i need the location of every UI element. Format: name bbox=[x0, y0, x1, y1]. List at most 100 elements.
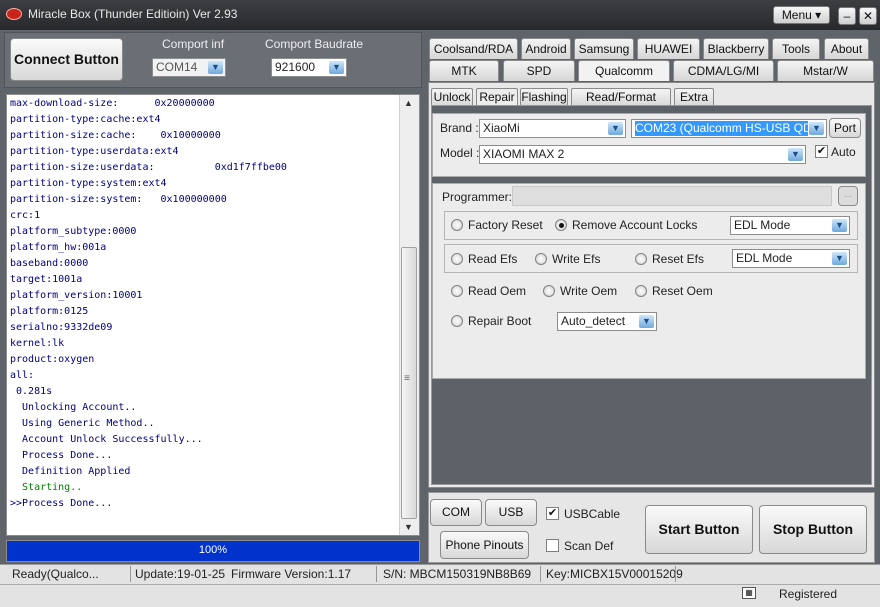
log-line: partition-type:userdata:ext4 bbox=[10, 146, 179, 157]
tab-blackberry[interactable]: Blackberry bbox=[703, 38, 769, 59]
chevron-down-icon: ▼ bbox=[832, 219, 847, 232]
subtab-extra[interactable]: Extra bbox=[674, 88, 714, 106]
stop-button[interactable]: Stop Button bbox=[759, 505, 867, 554]
log-output[interactable]: max-download-size: 0x20000000 partition-t… bbox=[6, 94, 420, 536]
log-line: partition-size:userdata: 0xd1f7ffbe00 bbox=[10, 162, 287, 173]
comport-value: COM14 bbox=[156, 60, 198, 74]
tab-samsung[interactable]: Samsung bbox=[574, 38, 634, 59]
model-select[interactable]: XIAOMI MAX 2 ▼ bbox=[479, 145, 806, 164]
subtab-read-format-flash[interactable]: Read/Format Flash bbox=[571, 88, 671, 121]
reset-efs-radio[interactable] bbox=[635, 253, 647, 265]
remove-account-locks-radio[interactable] bbox=[555, 219, 567, 231]
tab-cdma-lg-mi[interactable]: CDMA/LG/MI bbox=[673, 60, 774, 81]
mode-select-2[interactable]: EDL Mode ▼ bbox=[732, 249, 850, 268]
port-button[interactable]: Port bbox=[829, 118, 861, 138]
programmer-browse-button[interactable]: ... bbox=[838, 186, 858, 206]
usb-scan-button[interactable]: USB Scan bbox=[485, 499, 537, 544]
status-update: Update:19-01-25 bbox=[135, 567, 226, 581]
tab-mtk[interactable]: MTK bbox=[429, 60, 499, 81]
log-line: platform:0125 bbox=[10, 306, 89, 317]
programmer-input[interactable] bbox=[512, 186, 832, 206]
log-line: partition-type:cache:ext4 bbox=[10, 114, 161, 125]
chevron-down-icon: ▼ bbox=[208, 61, 223, 74]
keyboard-icon: ▦ bbox=[742, 587, 756, 599]
subtab-repair[interactable]: Repair bbox=[476, 88, 518, 106]
read-oem-label: Read Oem bbox=[468, 284, 527, 298]
menu-button[interactable]: Menu ▾ bbox=[773, 6, 830, 24]
progress-label: 100% bbox=[198, 544, 228, 556]
brand-select[interactable]: XiaoMi ▼ bbox=[479, 119, 626, 138]
log-line: Account Unlock Successfully... bbox=[10, 434, 203, 445]
boot-mode-select[interactable]: Auto_detect ▼ bbox=[557, 312, 657, 331]
status-key: Key:MICBX15V00015209 bbox=[546, 567, 683, 581]
port-select[interactable]: COM23 (Qualcomm HS-USB QDLoa▼ bbox=[631, 119, 827, 138]
check-icon: ✔ bbox=[816, 145, 827, 157]
write-efs-label: Write Efs bbox=[552, 252, 601, 266]
tab-coolsand-rda[interactable]: Coolsand/RDA bbox=[429, 38, 518, 59]
scroll-down-icon[interactable]: ▼ bbox=[404, 522, 413, 532]
baudrate-select[interactable]: 921600 ▼ bbox=[271, 58, 347, 77]
reset-oem-radio[interactable] bbox=[635, 285, 647, 297]
tab-qualcomm[interactable]: Qualcomm bbox=[578, 60, 670, 81]
connect-button[interactable]: Connect Button bbox=[10, 38, 123, 81]
write-oem-radio[interactable] bbox=[543, 285, 555, 297]
read-efs-radio[interactable] bbox=[451, 253, 463, 265]
scroll-grip-icon: ≡ bbox=[404, 373, 410, 384]
subtab-unlock[interactable]: Unlock bbox=[431, 88, 473, 106]
com-scan-button[interactable]: COM Scan bbox=[430, 499, 482, 544]
app-logo-icon bbox=[6, 8, 22, 20]
model-value: XIAOMI MAX 2 bbox=[483, 147, 565, 161]
brand-value: XiaoMi bbox=[483, 121, 520, 135]
log-line: platform_hw:001a bbox=[10, 242, 107, 253]
comport-select[interactable]: COM14 ▼ bbox=[152, 58, 226, 77]
scroll-up-icon[interactable]: ▲ bbox=[404, 98, 413, 108]
subtab-flashing[interactable]: Flashing bbox=[520, 88, 568, 106]
log-line: kernel:lk bbox=[10, 338, 65, 349]
remove-account-locks-label: Remove Account Locks bbox=[572, 218, 698, 232]
read-efs-label: Read Efs bbox=[468, 252, 518, 266]
tab-huawei[interactable]: HUAWEI bbox=[637, 38, 700, 59]
chevron-down-icon: ▼ bbox=[639, 315, 654, 328]
repair-boot-radio[interactable] bbox=[451, 315, 463, 327]
read-oem-radio[interactable] bbox=[451, 285, 463, 297]
model-label: Model : bbox=[440, 146, 480, 160]
chevron-down-icon: ▼ bbox=[832, 252, 847, 265]
window-title: Miracle Box (Thunder Editioin) Ver 2.93 bbox=[28, 7, 238, 21]
tab-spd[interactable]: SPD bbox=[503, 60, 575, 81]
mode-value-2: EDL Mode bbox=[736, 251, 793, 265]
close-icon[interactable]: ✕ bbox=[859, 7, 877, 25]
status-ready: Ready(Qualco... bbox=[12, 567, 99, 581]
status-divider bbox=[376, 566, 377, 582]
auto-label: Auto bbox=[831, 145, 856, 159]
factory-reset-radio[interactable] bbox=[451, 219, 463, 231]
chevron-down-icon: ▼ bbox=[608, 122, 623, 135]
check-icon: ✔ bbox=[547, 507, 558, 519]
status-firmware: Firmware Version:1.17 bbox=[231, 567, 352, 581]
status-divider bbox=[130, 566, 131, 582]
tab-mstar-w[interactable]: Mstar/W bbox=[777, 60, 874, 81]
write-efs-radio[interactable] bbox=[535, 253, 547, 265]
usbcable-checkbox[interactable]: ✔ bbox=[546, 507, 559, 520]
minimize-icon[interactable]: – bbox=[838, 7, 856, 25]
scan-def-checkbox[interactable] bbox=[546, 539, 559, 552]
auto-checkbox[interactable]: ✔ bbox=[815, 145, 828, 158]
mode-select-1[interactable]: EDL Mode ▼ bbox=[730, 216, 850, 235]
tab-about[interactable]: About bbox=[824, 38, 869, 59]
log-line: all: bbox=[10, 370, 35, 381]
chevron-down-icon: ▼ bbox=[788, 148, 803, 161]
brand-label: Brand : bbox=[440, 121, 479, 135]
tab-android[interactable]: Android bbox=[521, 38, 571, 59]
log-line: partition-size:cache: 0x10000000 bbox=[10, 130, 221, 141]
usbcable-label: USBCable bbox=[564, 507, 621, 521]
reset-efs-label: Reset Efs bbox=[652, 252, 705, 266]
log-line: Starting.. bbox=[10, 482, 83, 493]
start-button[interactable]: Start Button bbox=[645, 505, 753, 554]
phone-pinouts-button[interactable]: Phone Pinouts bbox=[440, 531, 529, 559]
port-value: COM23 (Qualcomm HS-USB QDLoa bbox=[635, 121, 808, 136]
programmer-label: Programmer: bbox=[442, 190, 513, 204]
status-divider bbox=[0, 584, 880, 585]
log-line: partition-type:system:ext4 bbox=[10, 178, 167, 189]
log-line: max-download-size: 0x20000000 bbox=[10, 98, 215, 109]
tab-tools[interactable]: Tools bbox=[772, 38, 820, 59]
log-line: crc:1 bbox=[10, 210, 41, 221]
